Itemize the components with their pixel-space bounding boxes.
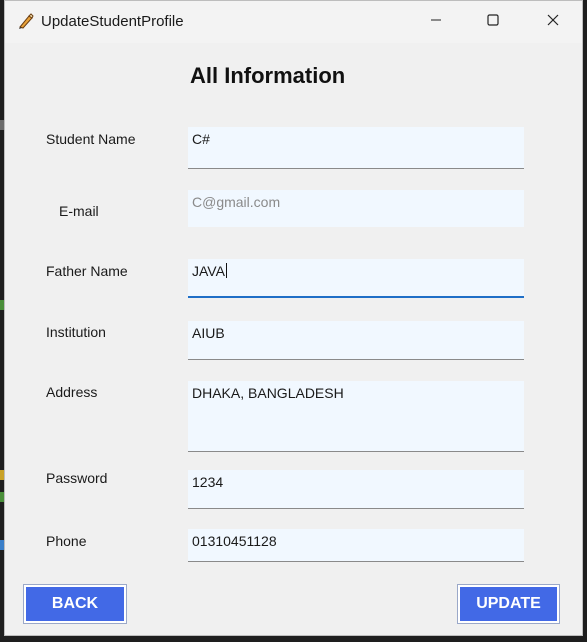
update-student-profile-window: UpdateStudentProfile All Information Stu… — [4, 0, 583, 636]
password-field[interactable]: 1234 — [188, 470, 524, 509]
minimize-button[interactable] — [413, 1, 459, 43]
phone-label: Phone — [46, 533, 87, 549]
password-value: 1234 — [192, 474, 224, 490]
email-placeholder: C@gmail.com — [192, 194, 281, 210]
student-name-field[interactable]: C# — [188, 127, 524, 169]
close-icon — [547, 13, 559, 31]
back-button[interactable]: BACK — [23, 584, 127, 624]
form-heading: All Information — [190, 63, 346, 88]
update-button[interactable]: UPDATE — [457, 584, 560, 624]
phone-field[interactable]: 01310451128 — [188, 529, 524, 562]
email-field[interactable]: C@gmail.com — [188, 190, 524, 227]
minimize-icon — [430, 13, 442, 31]
student-name-label: Student Name — [46, 131, 136, 147]
password-label: Password — [46, 470, 108, 486]
title-bar[interactable]: UpdateStudentProfile — [5, 1, 582, 43]
student-name-value: C# — [192, 131, 210, 147]
father-name-label: Father Name — [46, 263, 128, 279]
address-value: DHAKA, BANGLADESH — [192, 385, 344, 401]
pencil-feather-icon — [17, 12, 35, 30]
close-button[interactable] — [530, 1, 576, 43]
email-label: E-mail — [59, 203, 99, 219]
maximize-icon — [487, 13, 499, 31]
maximize-button[interactable] — [470, 1, 516, 43]
father-name-value: JAVA — [192, 263, 225, 279]
address-label: Address — [46, 384, 98, 400]
father-name-field[interactable]: JAVA — [188, 259, 524, 298]
institution-label: Institution — [46, 324, 106, 340]
address-field[interactable]: DHAKA, BANGLADESH — [188, 381, 524, 452]
window-title: UpdateStudentProfile — [41, 13, 184, 30]
institution-field[interactable]: AIUB — [188, 321, 524, 360]
text-caret — [225, 263, 227, 278]
institution-value: AIUB — [192, 325, 225, 341]
phone-value: 01310451128 — [192, 533, 277, 549]
